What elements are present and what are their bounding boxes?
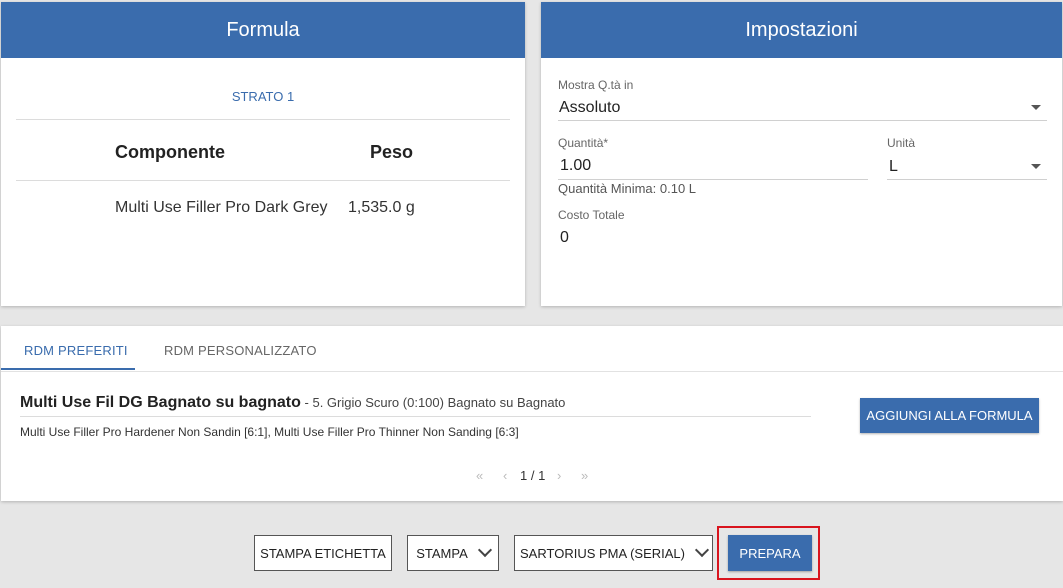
add-to-formula-button[interactable]: AGGIUNGI ALLA FORMULA (860, 398, 1039, 433)
page-indicator: 1 / 1 (520, 468, 546, 483)
component-cell: Multi Use Filler Pro Dark Grey (115, 199, 328, 216)
prepare-button[interactable]: PREPARA (728, 535, 812, 571)
show-qty-select[interactable]: Assoluto (559, 99, 620, 117)
divider (16, 180, 510, 181)
print-text: STAMPA (416, 545, 468, 561)
unit-select[interactable]: L (889, 158, 898, 176)
settings-card: Impostazioni Mostra Q.tà in Assoluto Qua… (541, 2, 1062, 306)
field-underline (887, 179, 1047, 180)
formula-card: Formula STRATO 1 Componente Peso Multi U… (1, 2, 525, 306)
show-qty-label: Mostra Q.tà in (558, 78, 634, 92)
divider (16, 119, 510, 120)
chevron-down-icon (477, 542, 492, 558)
rdm-item-name: Multi Use Fil DG Bagnato su bagnato (20, 394, 301, 411)
rdm-card: RDM PREFERITI RDM PERSONALIZZATO Multi U… (1, 326, 1063, 501)
divider (20, 416, 811, 417)
component-column-header: Componente (115, 142, 225, 162)
tab-divider (1, 371, 1063, 372)
field-underline (558, 120, 1047, 121)
quantity-label: Quantità* (558, 136, 609, 150)
print-label-button[interactable]: STAMPA ETICHETTA (254, 535, 392, 571)
scale-dropdown[interactable]: SARTORIUS PMA (SERIAL) (514, 535, 713, 571)
chevron-down-icon[interactable] (1031, 105, 1041, 110)
weight-cell: 1,535.0 g (348, 199, 415, 216)
field-underline (558, 179, 868, 180)
rdm-item-title[interactable]: Multi Use Fil DG Bagnato su bagnato - 5.… (20, 394, 565, 412)
chevron-down-icon[interactable] (1031, 164, 1041, 169)
quantity-input[interactable]: 1.00 (560, 157, 591, 175)
min-quantity-note: Quantità Minima: 0.10 L (558, 181, 697, 196)
print-label-text: STAMPA ETICHETTA (260, 545, 386, 561)
settings-header: Impostazioni (541, 2, 1062, 58)
formula-header: Formula (1, 2, 525, 58)
next-page-icon[interactable]: › (557, 468, 561, 483)
tab-rdm-preferiti[interactable]: RDM PREFERITI (24, 343, 128, 358)
prev-page-icon[interactable]: ‹ (503, 468, 507, 483)
rdm-item-desc: - 5. Grigio Scuro (0:100) Bagnato su Bag… (300, 395, 566, 410)
total-cost-value: 0 (560, 229, 569, 246)
print-dropdown[interactable]: STAMPA (407, 535, 499, 571)
first-page-icon[interactable]: « (476, 468, 483, 483)
weight-column-header: Peso (370, 142, 414, 162)
total-cost-label: Costo Totale (558, 208, 625, 222)
rdm-item-components: Multi Use Filler Pro Hardener Non Sandin… (20, 425, 519, 439)
unit-label: Unità (887, 136, 916, 150)
chevron-down-icon (694, 542, 710, 558)
scale-text: SARTORIUS PMA (SERIAL) (520, 545, 685, 561)
layer-label[interactable]: STRATO 1 (1, 89, 525, 104)
last-page-icon[interactable]: » (581, 468, 588, 483)
active-tab-indicator (1, 368, 135, 370)
tab-rdm-personalizzato[interactable]: RDM PERSONALIZZATO (164, 343, 317, 358)
